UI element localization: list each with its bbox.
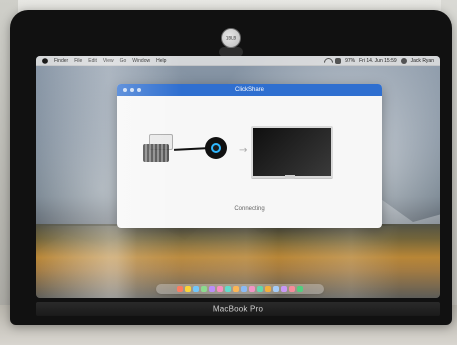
window-controls <box>117 88 141 92</box>
user-icon[interactable] <box>400 57 407 64</box>
laptop: 1BLB Finder File Edit View Go Window Hel… <box>10 10 452 325</box>
menu-item-finder[interactable]: Finder <box>54 58 68 64</box>
dock-app-icon[interactable] <box>233 286 239 292</box>
window-content: → Connecting <box>117 96 382 228</box>
dock-app-icon[interactable] <box>225 286 231 292</box>
window-titlebar[interactable]: ClickShare <box>117 84 382 96</box>
wifi-icon[interactable] <box>324 58 331 64</box>
connection-status-text: Connecting <box>234 206 265 212</box>
menu-item-window[interactable]: Window <box>132 58 150 64</box>
window-title: ClickShare <box>234 87 265 93</box>
clickshare-window: ClickShare → Connecting <box>117 84 382 228</box>
close-dot-icon[interactable] <box>123 88 127 92</box>
screen: Finder File Edit View Go Window Help 97%… <box>36 56 440 298</box>
battery-icon[interactable] <box>335 57 342 64</box>
dock-app-icon[interactable] <box>273 286 279 292</box>
dock-app-icon[interactable] <box>289 286 295 292</box>
date-time[interactable]: Fri 14. Jun 15:59 <box>359 58 397 64</box>
laptop-brand-label: MacBook Pro <box>212 304 264 314</box>
dock <box>156 284 324 294</box>
dock-app-icon[interactable] <box>257 286 263 292</box>
right-arrow-icon: → <box>239 145 248 156</box>
menu-item-edit[interactable]: Edit <box>88 58 97 64</box>
dock-app-icon[interactable] <box>217 286 223 292</box>
user-name[interactable]: Jack Ryan <box>411 58 434 64</box>
monitor-stand <box>285 175 295 179</box>
dock-app-icon[interactable] <box>249 286 255 292</box>
camera-icon: 1BLB <box>221 28 241 48</box>
menu-item-view[interactable]: View <box>103 58 114 64</box>
dock-app-icon[interactable] <box>281 286 287 292</box>
menu-item-go[interactable]: Go <box>120 58 127 64</box>
laptop-keyboard <box>143 144 169 162</box>
zoom-dot-icon[interactable] <box>137 88 141 92</box>
battery-percent: 97% <box>345 57 356 64</box>
dock-app-icon[interactable] <box>209 286 215 292</box>
camera-label: 1BLB <box>225 35 237 41</box>
laptop-bezel-bottom: MacBook Pro <box>36 302 440 316</box>
minimize-dot-icon[interactable] <box>130 88 134 92</box>
laptop-icon <box>143 134 177 164</box>
clickshare-ring <box>211 143 221 153</box>
dock-app-icon[interactable] <box>193 286 199 292</box>
dock-app-icon[interactable] <box>265 286 271 292</box>
menubar: Finder File Edit View Go Window Help 97%… <box>36 56 440 66</box>
menu-item-help[interactable]: Help <box>156 58 166 64</box>
dongle-cable <box>173 147 209 151</box>
menubar-status: 97% Fri 14. Jun 15:59 Jack Ryan <box>324 57 440 64</box>
dock-app-icon[interactable] <box>241 286 247 292</box>
monitor-icon <box>251 126 333 178</box>
menu-item-file[interactable]: File <box>74 58 82 64</box>
dock-app-icon[interactable] <box>177 286 183 292</box>
apple-logo-icon[interactable] <box>42 57 48 64</box>
dock-app-icon[interactable] <box>201 286 207 292</box>
dock-app-icon[interactable] <box>297 286 303 292</box>
dock-app-icon[interactable] <box>185 286 191 292</box>
